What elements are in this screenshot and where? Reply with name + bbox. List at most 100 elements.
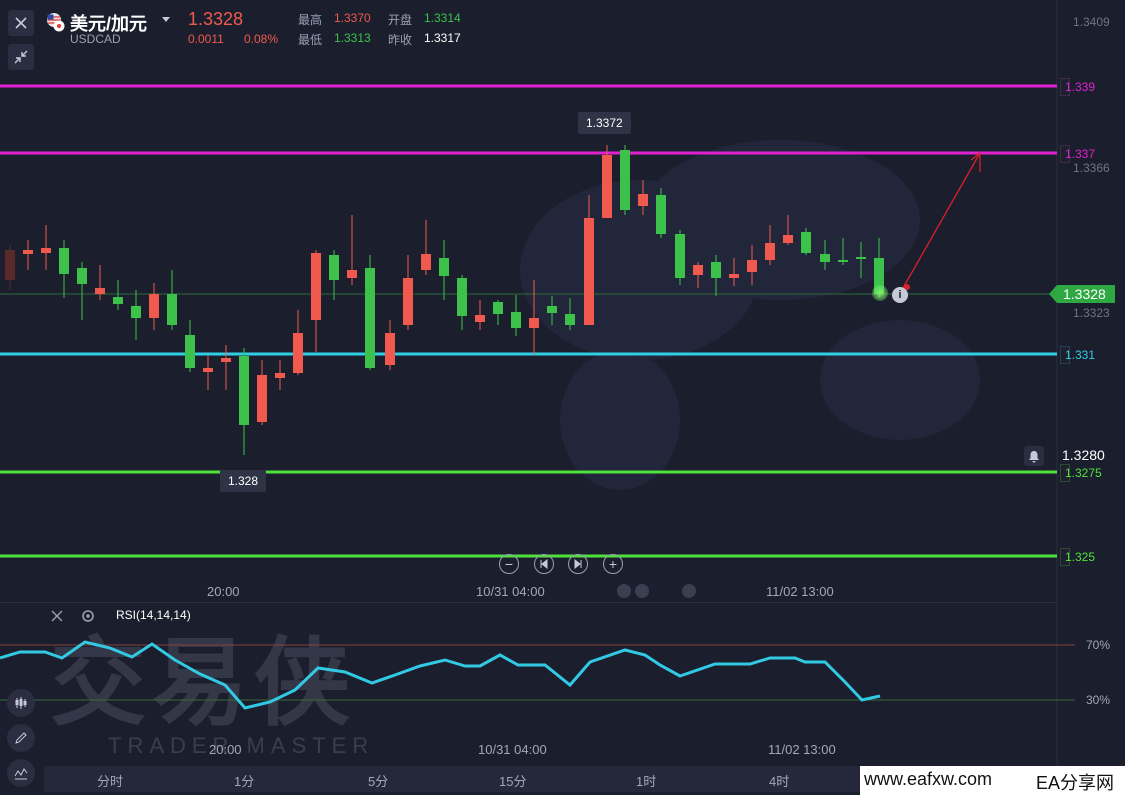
candle-body[interactable] bbox=[41, 248, 51, 253]
bell-icon bbox=[1029, 450, 1039, 462]
tab-tick[interactable]: 分时 bbox=[97, 771, 123, 790]
current-price-text: 1.3328 bbox=[1063, 286, 1106, 302]
candle-body[interactable] bbox=[675, 234, 685, 278]
tag-13275: 1.3275 bbox=[1060, 464, 1102, 482]
candle-body[interactable] bbox=[113, 297, 123, 304]
high-tooltip: 1.3372 bbox=[578, 112, 631, 134]
axis-price-1323: 1.3323 bbox=[1073, 306, 1110, 320]
indicator-tool-button[interactable] bbox=[7, 759, 35, 787]
candle-body[interactable] bbox=[421, 254, 431, 270]
zoom-in-button[interactable]: + bbox=[603, 554, 623, 574]
candle-body[interactable] bbox=[203, 368, 213, 372]
step-back-icon bbox=[540, 559, 548, 569]
alert-price: 1.3280 bbox=[1062, 447, 1105, 463]
alert-button[interactable] bbox=[1024, 446, 1044, 466]
candle-body[interactable] bbox=[403, 278, 413, 325]
candle-body[interactable] bbox=[820, 254, 830, 262]
candle-body[interactable] bbox=[185, 335, 195, 368]
zoom-out-button[interactable]: − bbox=[499, 554, 519, 574]
rsi-time-1: 20:00 bbox=[209, 742, 242, 757]
time-label-2: 10/31 04:00 bbox=[476, 584, 545, 599]
candle-body[interactable] bbox=[77, 268, 87, 284]
candle-body[interactable] bbox=[620, 150, 630, 210]
tab-1h[interactable]: 1时 bbox=[636, 771, 656, 790]
candle-body[interactable] bbox=[693, 265, 703, 275]
zoom-out-icon: − bbox=[504, 556, 514, 572]
candle-body[interactable] bbox=[801, 232, 811, 253]
step-forward-button[interactable] bbox=[568, 554, 588, 574]
zoom-in-icon: + bbox=[608, 556, 618, 572]
rsi-chart[interactable] bbox=[0, 600, 1125, 770]
candle-body[interactable] bbox=[783, 235, 793, 243]
candle-body[interactable] bbox=[347, 270, 357, 278]
candle-body[interactable] bbox=[747, 260, 757, 272]
rsi-time-3: 11/02 13:00 bbox=[768, 742, 836, 757]
tag-1339: 1.339 bbox=[1060, 78, 1095, 96]
candle-body[interactable] bbox=[5, 250, 15, 280]
candle-body[interactable] bbox=[856, 257, 866, 259]
tab-15m[interactable]: 15分 bbox=[499, 771, 526, 790]
rsi-30-label: 30% bbox=[1086, 693, 1111, 707]
candle-body[interactable] bbox=[475, 315, 485, 322]
axis-price-1366: 1.3366 bbox=[1073, 161, 1110, 175]
candle-body[interactable] bbox=[565, 314, 575, 325]
candle-body[interactable] bbox=[711, 262, 721, 278]
event-dot-2[interactable] bbox=[635, 584, 649, 598]
tag-1337: 1.337 bbox=[1060, 145, 1095, 163]
step-forward-icon bbox=[574, 559, 582, 569]
candle-body[interactable] bbox=[275, 373, 285, 378]
candle-body[interactable] bbox=[167, 294, 177, 325]
candle-body[interactable] bbox=[656, 195, 666, 234]
candle-body[interactable] bbox=[547, 306, 557, 313]
candle-body[interactable] bbox=[311, 253, 321, 320]
rsi-time-2: 10/31 04:00 bbox=[478, 742, 547, 757]
candle-body[interactable] bbox=[365, 268, 375, 368]
candle-body[interactable] bbox=[529, 318, 539, 328]
candle-body[interactable] bbox=[329, 255, 339, 280]
candle-body[interactable] bbox=[511, 312, 521, 328]
step-back-button[interactable] bbox=[534, 554, 554, 574]
projection-arrow[interactable] bbox=[902, 152, 981, 289]
candle-body[interactable] bbox=[221, 358, 231, 362]
candle-body[interactable] bbox=[439, 258, 449, 276]
candle-body[interactable] bbox=[638, 194, 648, 206]
candle-body[interactable] bbox=[23, 250, 33, 254]
candlestick-chart[interactable] bbox=[0, 0, 1125, 600]
time-label-3: 11/02 13:00 bbox=[766, 584, 834, 599]
candle-body[interactable] bbox=[385, 333, 395, 365]
chart-app: 美元/加元 USDCAD 1.3328 0.0011 0.08% 最高 1.33… bbox=[0, 0, 1125, 795]
candle-body[interactable] bbox=[149, 294, 159, 318]
candles-icon bbox=[15, 697, 27, 709]
rsi-series-line bbox=[0, 640, 881, 710]
candle-body[interactable] bbox=[838, 260, 848, 262]
candle-body[interactable] bbox=[493, 302, 503, 314]
low-tooltip: 1.328 bbox=[220, 470, 267, 492]
site-name: EA分享网 bbox=[1036, 773, 1115, 793]
tag-1331: 1.331 bbox=[1060, 346, 1095, 364]
pencil-icon bbox=[15, 732, 27, 744]
candle-body[interactable] bbox=[765, 243, 775, 260]
tag-1325: 1.325 bbox=[1060, 548, 1095, 566]
time-label-1: 20:00 bbox=[207, 584, 240, 599]
tab-4h[interactable]: 4时 bbox=[769, 771, 789, 790]
candle-body[interactable] bbox=[95, 288, 105, 294]
candle-body[interactable] bbox=[457, 278, 467, 316]
site-url: www.eafxw.com bbox=[864, 769, 993, 789]
indicator-icon bbox=[14, 768, 28, 780]
candle-body[interactable] bbox=[257, 375, 267, 422]
draw-tool-button[interactable] bbox=[7, 724, 35, 752]
info-icon[interactable]: i bbox=[892, 287, 908, 303]
candle-body[interactable] bbox=[584, 218, 594, 325]
candle-body[interactable] bbox=[59, 248, 69, 274]
event-dot-1[interactable] bbox=[617, 584, 631, 598]
axis-price-top: 1.3409 bbox=[1073, 15, 1110, 29]
candle-body[interactable] bbox=[239, 356, 249, 425]
candle-body[interactable] bbox=[293, 333, 303, 373]
tab-1m[interactable]: 1分 bbox=[234, 771, 254, 790]
candle-body[interactable] bbox=[729, 274, 739, 278]
tab-5m[interactable]: 5分 bbox=[368, 771, 388, 790]
candle-body[interactable] bbox=[602, 155, 612, 218]
candles-tool-button[interactable] bbox=[7, 689, 35, 717]
candle-body[interactable] bbox=[131, 306, 141, 318]
event-dot-3[interactable] bbox=[682, 584, 696, 598]
